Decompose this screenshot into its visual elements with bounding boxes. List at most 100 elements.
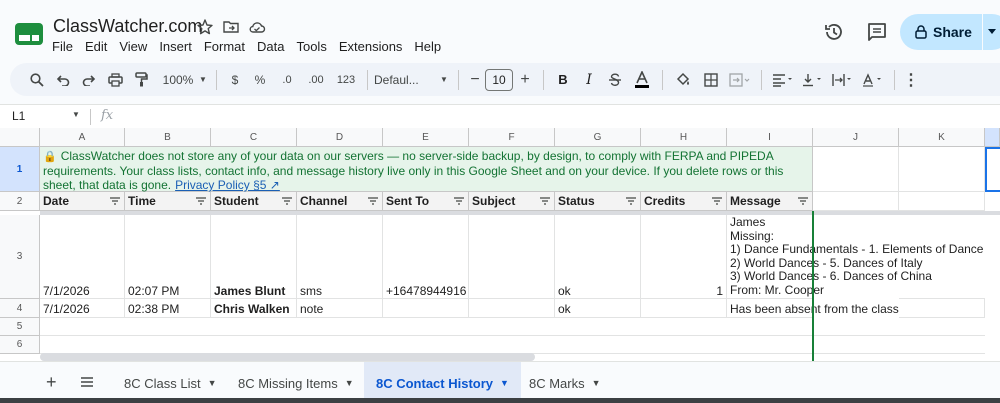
column-header-i[interactable]: I [727, 128, 813, 147]
cell-sent-to[interactable]: +16478944916 [383, 215, 469, 299]
cell-message[interactable]: Has been absent from the class [727, 299, 899, 318]
row-header-4[interactable]: 4 [0, 299, 40, 318]
decrease-font-size-icon[interactable]: − [465, 68, 485, 92]
cell-channel[interactable]: sms [297, 215, 383, 299]
cell-channel[interactable]: note [297, 299, 383, 318]
font-family-dropdown-icon[interactable]: ▼ [436, 68, 452, 92]
row-header-3[interactable]: 3 [0, 215, 40, 299]
paint-format-icon[interactable] [128, 68, 154, 92]
filter-icon[interactable] [195, 196, 207, 206]
cell-student[interactable]: James Blunt [211, 215, 297, 299]
zoom-select[interactable]: 100% [160, 68, 196, 92]
menu-data[interactable]: Data [257, 39, 284, 54]
more-formats-button[interactable]: 123 [331, 68, 361, 92]
header-cell-subject[interactable]: Subject [469, 192, 555, 211]
menu-help[interactable]: Help [414, 39, 441, 54]
cell-subject[interactable] [469, 299, 555, 318]
filter-icon[interactable] [367, 196, 379, 206]
document-title[interactable]: ClassWatcher.com [53, 16, 202, 37]
column-header-a[interactable]: A [40, 128, 125, 147]
filter-icon[interactable] [797, 196, 809, 206]
sheet-tab-marks[interactable]: 8C Marks ▼ [529, 362, 601, 403]
chevron-down-icon[interactable]: ▼ [208, 378, 217, 388]
font-family-select[interactable]: Defaul... [374, 68, 436, 92]
cell-date[interactable]: 7/1/2026 [40, 215, 125, 299]
redo-icon[interactable] [76, 68, 102, 92]
horizontal-scrollbar[interactable] [40, 353, 535, 361]
column-header-k[interactable]: K [899, 128, 985, 147]
cell-credits[interactable] [641, 299, 727, 318]
comments-icon[interactable] [866, 21, 888, 43]
filter-icon[interactable] [109, 196, 121, 206]
column-header-f[interactable]: F [469, 128, 555, 147]
row-header-1[interactable]: 1 [0, 147, 40, 192]
name-box-dropdown-icon[interactable]: ▼ [72, 110, 80, 119]
strikethrough-icon[interactable] [602, 68, 628, 92]
cell-message[interactable]: James Missing: 1) Dance Fundamentals - 1… [727, 215, 983, 299]
text-color-icon[interactable] [628, 68, 656, 92]
increase-font-size-icon[interactable]: + [513, 68, 537, 92]
cell-credits[interactable]: 1 [641, 215, 727, 299]
cell-subject[interactable] [469, 215, 555, 299]
add-sheet-icon[interactable]: + [46, 372, 57, 393]
text-wrapping-icon[interactable] [828, 68, 858, 92]
currency-format-button[interactable]: $ [223, 68, 247, 92]
print-icon[interactable] [102, 68, 128, 92]
all-sheets-icon[interactable] [80, 376, 94, 388]
merge-cells-icon[interactable] [725, 68, 755, 92]
selected-cell-l1[interactable] [985, 147, 1000, 192]
header-cell-status[interactable]: Status [555, 192, 641, 211]
undo-icon[interactable] [50, 68, 76, 92]
header-cell-time[interactable]: Time [125, 192, 211, 211]
sheet-tab-missing-items[interactable]: 8C Missing Items ▼ [238, 362, 354, 403]
chevron-down-icon[interactable]: ▼ [592, 378, 601, 388]
row-header-5[interactable]: 5 [0, 318, 40, 336]
name-box[interactable]: L1 [12, 109, 25, 123]
header-cell-sent-to[interactable]: Sent To [383, 192, 469, 211]
row-header-2[interactable]: 2 [0, 192, 40, 211]
cell-status[interactable]: ok [555, 215, 641, 299]
menu-format[interactable]: Format [204, 39, 245, 54]
row-header-6[interactable]: 6 [0, 336, 40, 354]
move-folder-icon[interactable] [222, 18, 240, 36]
grid-cell[interactable] [899, 192, 985, 211]
menu-insert[interactable]: Insert [159, 39, 192, 54]
more-options-icon[interactable]: ⋮ [901, 68, 921, 92]
zoom-dropdown-icon[interactable]: ▼ [196, 68, 210, 92]
cell-time[interactable]: 02:07 PM [125, 215, 211, 299]
cell-status[interactable]: ok [555, 299, 641, 318]
header-cell-credits[interactable]: Credits [641, 192, 727, 211]
font-size-input[interactable]: 10 [485, 68, 513, 91]
empty-row[interactable] [40, 318, 985, 336]
italic-button[interactable]: I [576, 68, 602, 92]
filter-icon[interactable] [539, 196, 551, 206]
sheet-tab-class-list[interactable]: 8C Class List ▼ [124, 362, 217, 403]
bold-button[interactable]: B [550, 68, 576, 92]
cell-date[interactable]: 7/1/2026 [40, 299, 125, 318]
horizontal-align-icon[interactable] [768, 68, 798, 92]
header-cell-channel[interactable]: Channel [297, 192, 383, 211]
column-header-l[interactable] [985, 128, 1000, 147]
borders-icon[interactable] [697, 68, 725, 92]
star-icon[interactable] [196, 18, 214, 36]
decrease-decimal-button[interactable]: .0 [273, 68, 301, 92]
column-header-e[interactable]: E [383, 128, 469, 147]
column-header-b[interactable]: B [125, 128, 211, 147]
menu-file[interactable]: File [52, 39, 73, 54]
fill-color-icon[interactable] [669, 68, 697, 92]
filter-icon[interactable] [625, 196, 637, 206]
filter-icon[interactable] [281, 196, 293, 206]
percent-format-button[interactable]: % [247, 68, 273, 92]
column-header-g[interactable]: G [555, 128, 641, 147]
share-dropdown-icon[interactable] [988, 29, 996, 35]
sheet-tab-contact-history[interactable]: 8C Contact History ▼ [364, 362, 521, 403]
increase-decimal-button[interactable]: .00 [301, 68, 331, 92]
column-header-h[interactable]: H [641, 128, 727, 147]
menu-view[interactable]: View [119, 39, 147, 54]
header-cell-message[interactable]: Message [727, 192, 813, 211]
privacy-notice-banner[interactable]: 🔒 ClassWatcher does not store any of your… [40, 147, 813, 192]
menu-tools[interactable]: Tools [296, 39, 326, 54]
menu-edit[interactable]: Edit [85, 39, 107, 54]
header-cell-date[interactable]: Date [40, 192, 125, 211]
menu-extensions[interactable]: Extensions [339, 39, 403, 54]
